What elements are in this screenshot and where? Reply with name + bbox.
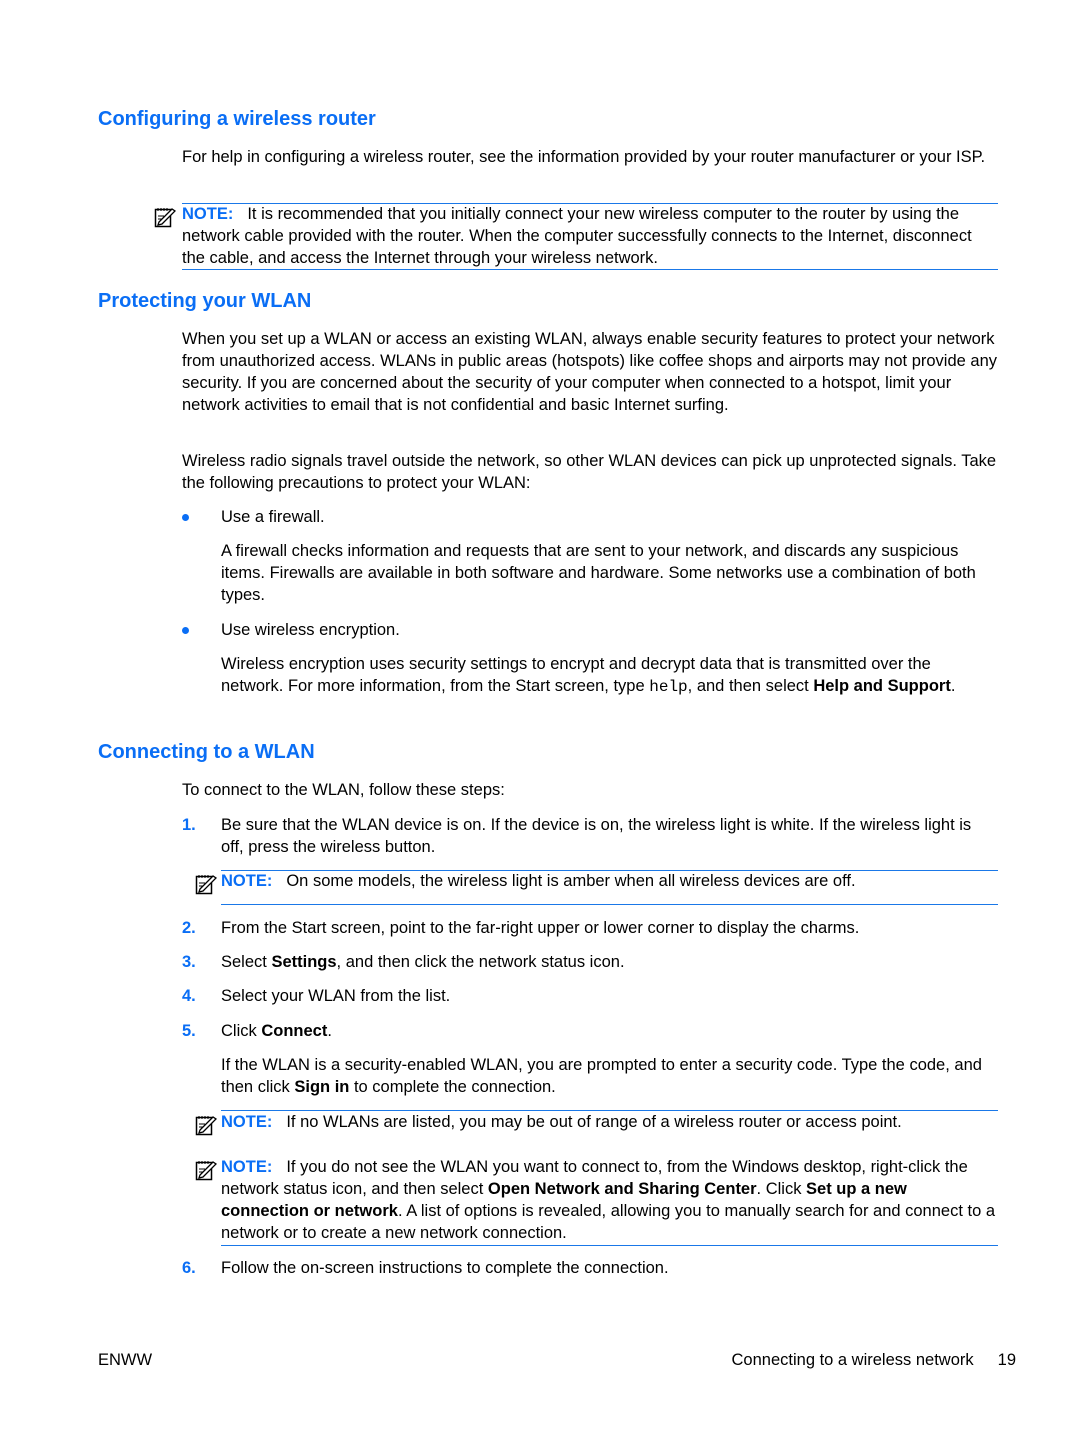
text: .: [950, 677, 956, 695]
heading-protecting-wlan: Protecting your WLAN: [98, 290, 312, 312]
note-rule-bottom: [182, 269, 998, 270]
connect-label: Connect: [261, 1022, 328, 1040]
note-text: On some models, the wireless light is am…: [286, 872, 856, 890]
note-text: . Click: [756, 1180, 807, 1198]
bullet-encryption-title: Use wireless encryption.: [221, 621, 400, 639]
step-3-text: Select Settings, and then click the netw…: [221, 951, 625, 973]
bullet-icon: [182, 514, 189, 521]
protecting-paragraph-2: Wireless radio signals travel outside th…: [182, 452, 997, 492]
bullet-encryption-desc: Wireless encryption uses security settin…: [221, 653, 996, 698]
bullet-icon: [182, 627, 189, 634]
note-text: If no WLANs are listed, you may be out o…: [286, 1113, 902, 1131]
text: Select: [221, 953, 272, 971]
text: , and then select: [687, 677, 814, 695]
note-label: NOTE:: [221, 872, 273, 890]
sign-in-label: Sign in: [294, 1078, 350, 1096]
note-text: It is recommended that you initially con…: [182, 205, 972, 267]
note-label: NOTE:: [221, 1113, 273, 1131]
note-wlan-not-visible: NOTE: If you do not see the WLAN you want…: [221, 1156, 998, 1244]
text: to complete the connection.: [349, 1078, 556, 1096]
page-number: 19: [997, 1351, 1016, 1369]
note-rule-bottom: [221, 904, 998, 905]
text: Click: [221, 1022, 262, 1040]
heading-configuring-router: Configuring a wireless router: [98, 108, 376, 130]
step-4-text: Select your WLAN from the list.: [221, 987, 451, 1005]
help-and-support-link: Help and Support: [813, 677, 951, 695]
step-2-text: From the Start screen, point to the far-…: [221, 919, 860, 937]
step-number: 1.: [182, 816, 196, 834]
step-5-detail: If the WLAN is a security-enabled WLAN, …: [221, 1054, 996, 1098]
configuring-paragraph: For help in configuring a wireless route…: [182, 148, 986, 166]
open-network-sharing-center-label: Open Network and Sharing Center: [487, 1180, 757, 1198]
step-6-text: Follow the on-screen instructions to com…: [221, 1259, 669, 1277]
note-amber-light: NOTE: On some models, the wireless light …: [221, 870, 998, 892]
note-icon: [195, 873, 217, 895]
heading-connecting-wlan: Connecting to a WLAN: [98, 741, 315, 763]
note-label: NOTE:: [221, 1158, 273, 1176]
step-number: 3.: [182, 953, 196, 971]
footer-right: Connecting to a wireless network 19: [732, 1350, 1016, 1370]
step-number: 4.: [182, 987, 196, 1005]
note-icon: [195, 1159, 217, 1181]
step-number: 2.: [182, 919, 196, 937]
footer-section-title: Connecting to a wireless network: [731, 1351, 974, 1369]
step-number: 6.: [182, 1259, 196, 1277]
settings-label: Settings: [271, 953, 337, 971]
note-no-wlans: NOTE: If no WLANs are listed, you may be …: [221, 1111, 998, 1133]
step-5-text: Click Connect.: [221, 1020, 332, 1042]
step-number: 5.: [182, 1022, 196, 1040]
bullet-firewall-title: Use a firewall.: [221, 508, 325, 526]
protecting-paragraph-1: When you set up a WLAN or access an exis…: [182, 330, 998, 414]
text: .: [327, 1022, 332, 1040]
connecting-intro: To connect to the WLAN, follow these ste…: [182, 781, 505, 799]
note-rule-bottom: [221, 1245, 998, 1246]
step-1-text: Be sure that the WLAN device is on. If t…: [221, 816, 972, 856]
bullet-firewall-desc: A firewall checks information and reques…: [221, 542, 976, 604]
note-configuring: NOTE: It is recommended that you initiall…: [182, 203, 998, 269]
note-icon: [195, 1114, 217, 1136]
note-label: NOTE:: [182, 205, 234, 223]
text: , and then click the network status icon…: [336, 953, 625, 971]
footer-left-label: ENWW: [98, 1351, 153, 1369]
note-icon: [154, 206, 176, 228]
code-help: help: [649, 678, 688, 696]
